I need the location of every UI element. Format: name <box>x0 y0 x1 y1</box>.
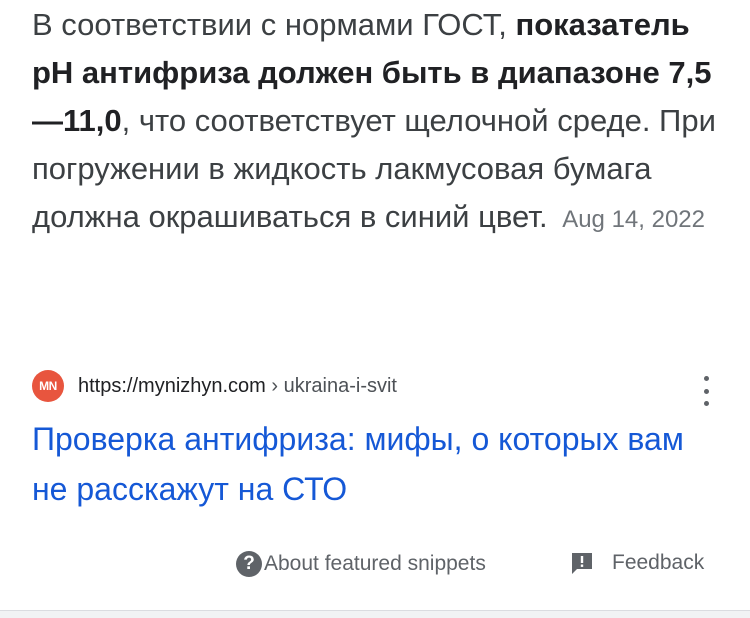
site-favicon: MN <box>32 370 64 402</box>
snippet-text-before: В соответствии с нормами ГОСТ, <box>32 7 516 42</box>
result-source[interactable]: MN https://mynizhyn.com › ukraina-i-svit <box>32 369 722 403</box>
snippet-date: Aug 14, 2022 <box>562 206 705 233</box>
kebab-dot <box>703 401 709 406</box>
feedback-button[interactable]: Feedback <box>570 551 704 575</box>
url-domain: https://mynizhyn.com <box>78 374 266 397</box>
result-title-link[interactable]: Проверка антифриза: мифы, о которых вам … <box>32 414 722 514</box>
feedback-icon <box>572 553 592 574</box>
result-url[interactable]: https://mynizhyn.com › ukraina-i-svit <box>78 375 397 398</box>
help-circle-icon: ? <box>236 551 262 577</box>
url-breadcrumb: › ukraina-i-svit <box>265 374 397 397</box>
more-options-icon[interactable] <box>696 376 716 406</box>
feedback-label: Feedback <box>612 551 705 574</box>
about-label: About featured snippets <box>264 552 486 575</box>
kebab-dot <box>703 388 709 394</box>
snippet-footer: ? About featured snippets Feedback <box>0 546 750 582</box>
featured-snippet-text: В соответствии с нормами ГОСТ, показател… <box>32 1 722 244</box>
about-featured-snippets-link[interactable]: ? About featured snippets <box>236 551 486 577</box>
kebab-dot <box>703 376 709 381</box>
